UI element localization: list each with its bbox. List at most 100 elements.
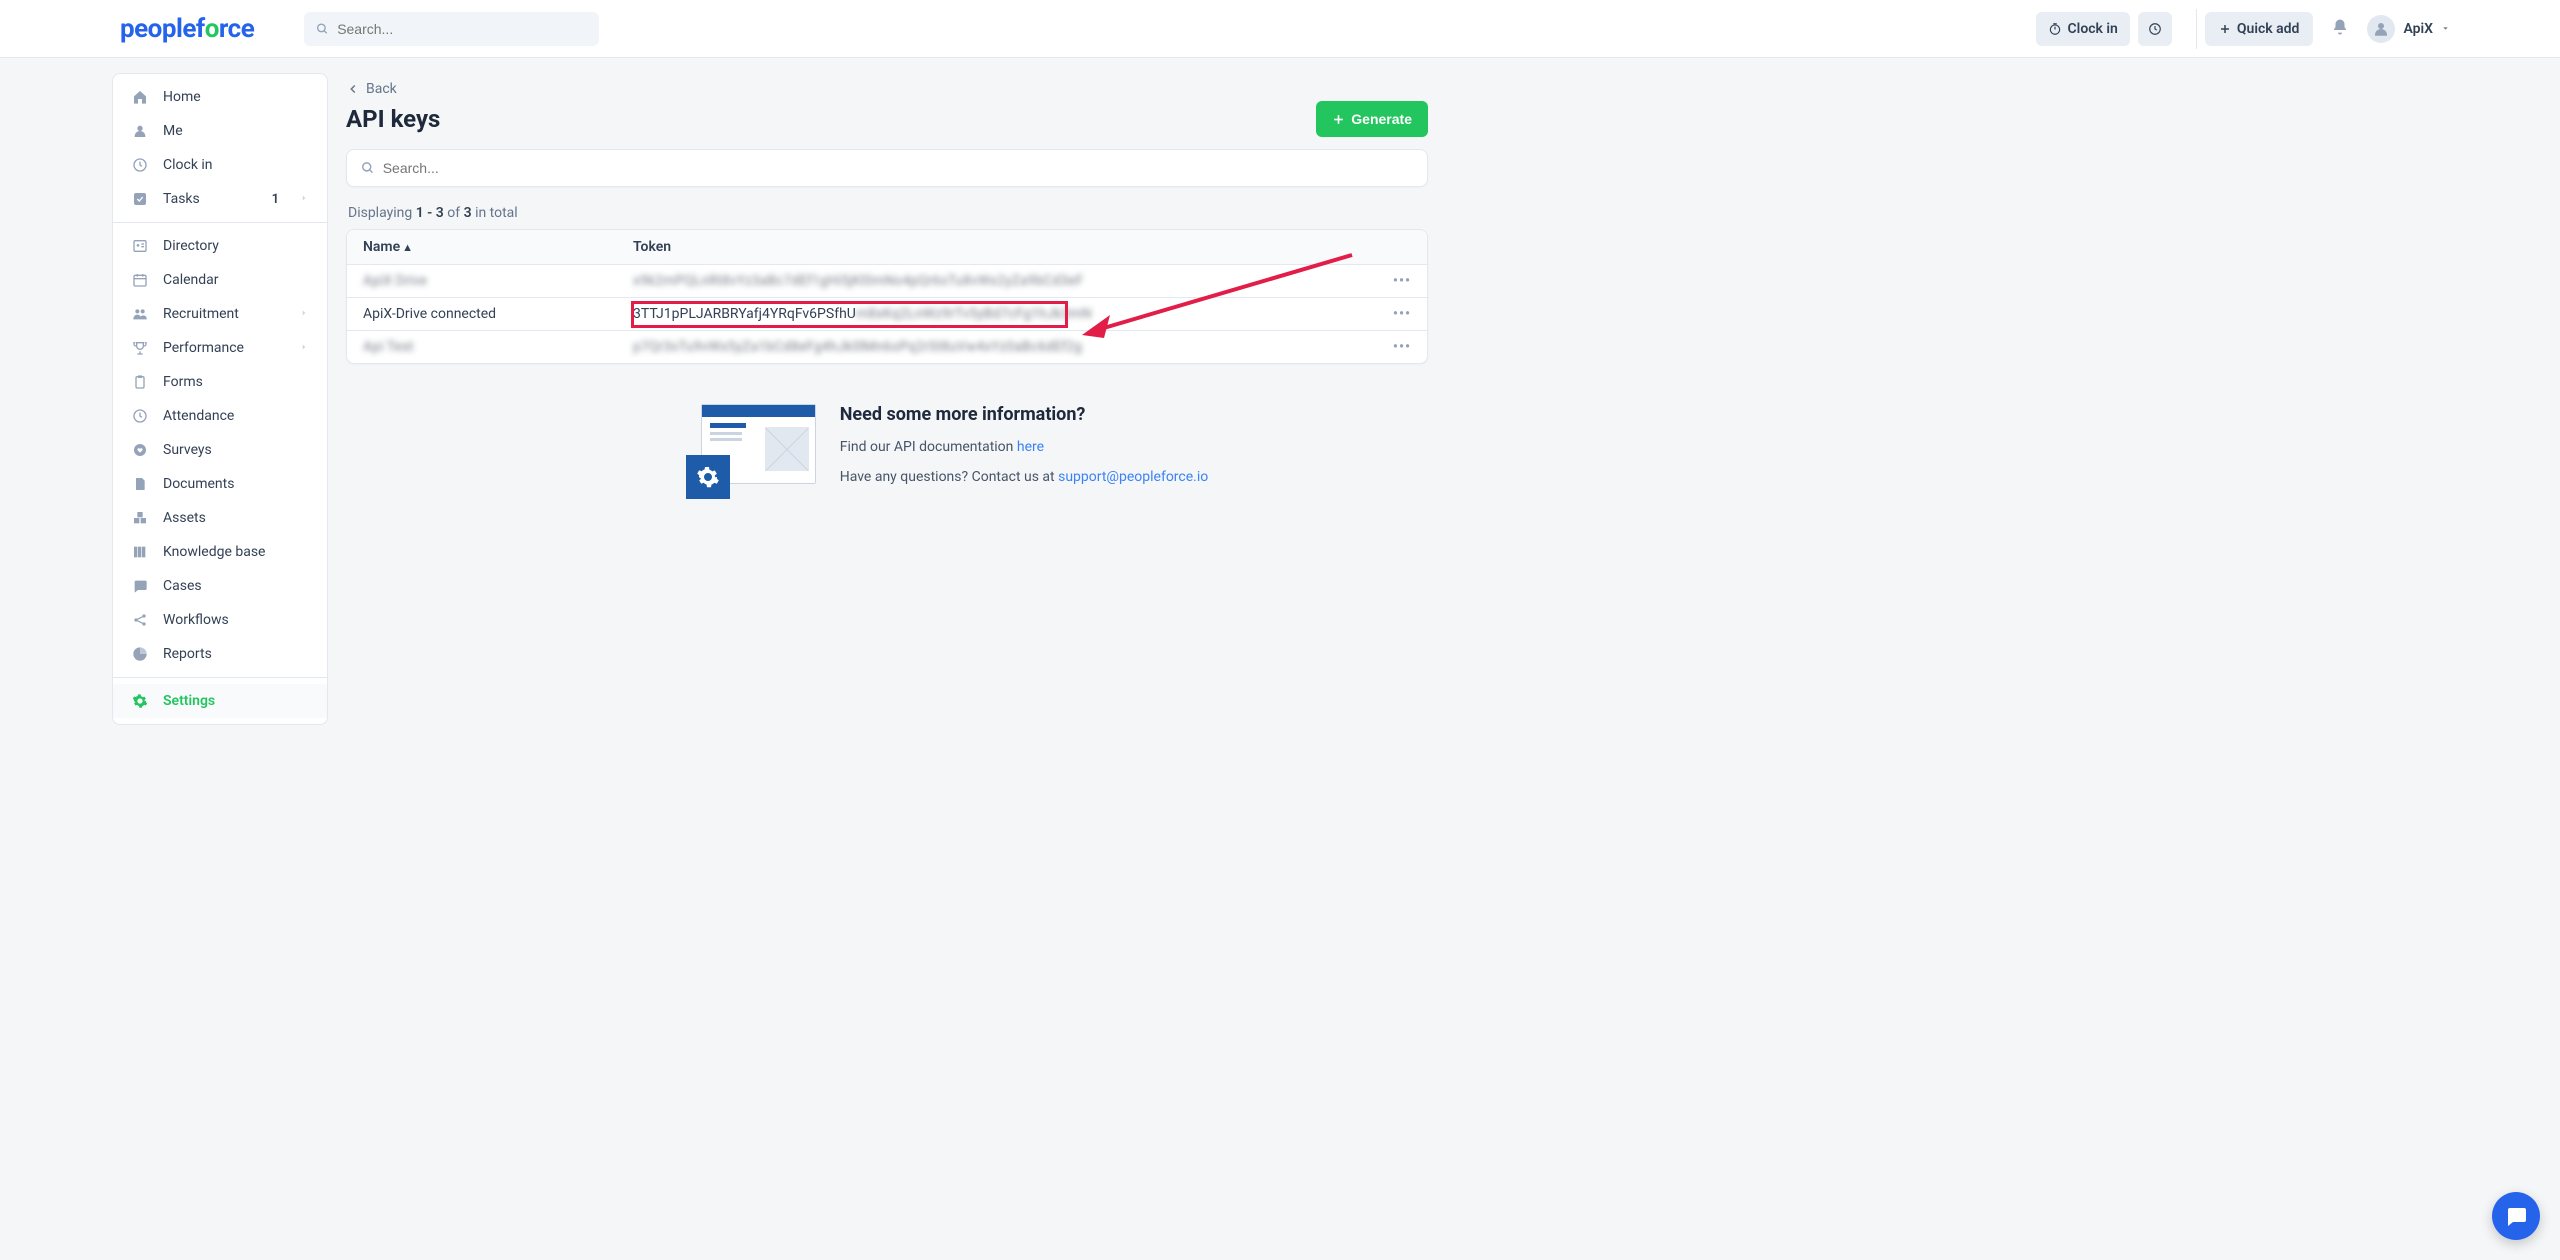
sidebar-item-label: Calendar [163,272,219,288]
clock-in-button[interactable]: Clock in [2036,12,2130,46]
sort-asc-icon: ▲ [402,241,413,254]
sidebar-item-performance[interactable]: Performance [113,331,327,365]
api-keys-table: Name▲ Token ApiX Drivex9k2mPQLnRt8vYz3aB… [346,229,1428,364]
sidebar-item-surveys[interactable]: Surveys [113,433,327,467]
sidebar-item-label: Performance [163,340,244,356]
info-section: Need some more information? Find our API… [346,404,1428,499]
user-menu[interactable]: ApiX [2367,15,2450,43]
sidebar-item-label: Assets [163,510,206,526]
main-content: Back API keys Generate Displaying 1 - 3 … [328,73,1446,725]
sidebar-item-label: Attendance [163,408,234,424]
chat-icon [131,578,149,594]
chevron-right-icon [299,306,309,322]
heart-icon [131,442,149,458]
check-icon [131,191,149,207]
row-menu-button[interactable]: ••• [1393,306,1411,322]
clipboard-icon [131,374,149,390]
sidebar-item-label: Forms [163,374,203,390]
home-icon [131,89,149,105]
header-search[interactable] [304,12,599,46]
cell-name: Api Test [363,339,633,355]
sidebar-item-label: Me [163,123,183,139]
gear-icon [696,465,720,489]
sidebar-item-tasks[interactable]: Tasks 1 [113,182,327,216]
id-icon [131,238,149,254]
sidebar-item-reports[interactable]: Reports [113,637,327,671]
boxes-icon [131,510,149,526]
sidebar-item-clock-in[interactable]: Clock in [113,148,327,182]
api-search[interactable] [346,149,1428,187]
sidebar-item-label: Directory [163,238,219,254]
user-icon [2372,20,2390,38]
sidebar-item-label: Documents [163,476,234,492]
header-divider [2196,9,2197,49]
table-header: Name▲ Token [347,230,1427,265]
row-menu-button[interactable]: ••• [1393,339,1411,355]
cell-token[interactable]: x9k2mPQLnRt8vYz3aBc7dEf1gHi5jKl0mNo4pQr6… [633,273,1371,289]
trophy-icon [131,340,149,356]
doc-link[interactable]: here [1017,439,1044,455]
sidebar-item-calendar[interactable]: Calendar [113,263,327,297]
clock-in-label: Clock in [2068,21,2118,37]
sidebar-item-recruitment[interactable]: Recruitment [113,297,327,331]
sidebar-item-label: Workflows [163,612,229,628]
logo-text-1: people [120,14,196,44]
generate-label: Generate [1351,111,1412,127]
sidebar-item-attendance[interactable]: Attendance [113,399,327,433]
notifications-button[interactable] [2331,18,2349,40]
quick-add-button[interactable]: Quick add [2205,12,2314,46]
sidebar-item-workflows[interactable]: Workflows [113,603,327,637]
sidebar: Home Me Clock in Tasks 1 Directory Calendar Re… [112,73,328,725]
sidebar-item-assets[interactable]: Assets [113,501,327,535]
sidebar-item-label: Cases [163,578,202,594]
info-heading: Need some more information? [840,404,1209,425]
plus-icon [1332,113,1345,126]
header-search-input[interactable] [337,21,587,37]
chat-bubble[interactable] [2492,1192,2540,1240]
sidebar-item-label: Reports [163,646,212,662]
sidebar-item-label: Recruitment [163,306,239,322]
bell-icon [2331,18,2349,36]
sidebar-item-forms[interactable]: Forms [113,365,327,399]
sidebar-item-cases[interactable]: Cases [113,569,327,603]
clock-icon [131,157,149,173]
calendar-icon [131,272,149,288]
clock-icon [131,408,149,424]
user-name-label: ApiX [2403,21,2433,37]
logo[interactable]: peopleforce [120,14,254,44]
sidebar-item-label: Surveys [163,442,212,458]
column-token[interactable]: Token [633,239,1371,255]
clock-history-button[interactable] [2138,12,2172,46]
sidebar-item-directory[interactable]: Directory [113,229,327,263]
chevron-right-icon [299,191,309,207]
info-illustration [686,404,816,499]
sidebar-item-label: Tasks [163,191,200,207]
back-label: Back [366,81,397,97]
quick-add-label: Quick add [2237,21,2300,37]
sidebar-item-documents[interactable]: Documents [113,467,327,501]
sidebar-item-settings[interactable]: Settings [113,684,327,718]
file-icon [131,476,149,492]
logo-text-3: rce [219,14,254,44]
info-doc-line: Find our API documentation here [840,439,1209,455]
avatar [2367,15,2395,43]
display-count: Displaying 1 - 3 of 3 in total [348,205,1428,221]
cell-token[interactable]: 3TTJ1pPLJARBRYafj4YRqFv6PSfhUm8xKq2LnWz9… [633,306,1371,322]
cell-token[interactable]: p7Qr3sTu9vWx5yZa1bCd8eFg4hJk0lMn6oPq2rSt… [633,339,1371,355]
stopwatch-icon [2048,22,2062,36]
sidebar-item-label: Home [163,89,201,105]
sidebar-item-label: Clock in [163,157,213,173]
chat-icon [2504,1204,2528,1228]
back-link[interactable]: Back [346,81,397,97]
sidebar-item-home[interactable]: Home [113,80,327,114]
generate-button[interactable]: Generate [1316,101,1428,137]
row-menu-button[interactable]: ••• [1393,273,1411,289]
badge: 1 [272,192,279,207]
sidebar-item-me[interactable]: Me [113,114,327,148]
plus-icon [2219,23,2231,35]
column-name[interactable]: Name▲ [363,239,633,255]
sidebar-item-knowledge-base[interactable]: Knowledge base [113,535,327,569]
contact-email-link[interactable]: support@peopleforce.io [1058,469,1208,485]
api-search-input[interactable] [383,160,1413,176]
share-icon [131,612,149,628]
